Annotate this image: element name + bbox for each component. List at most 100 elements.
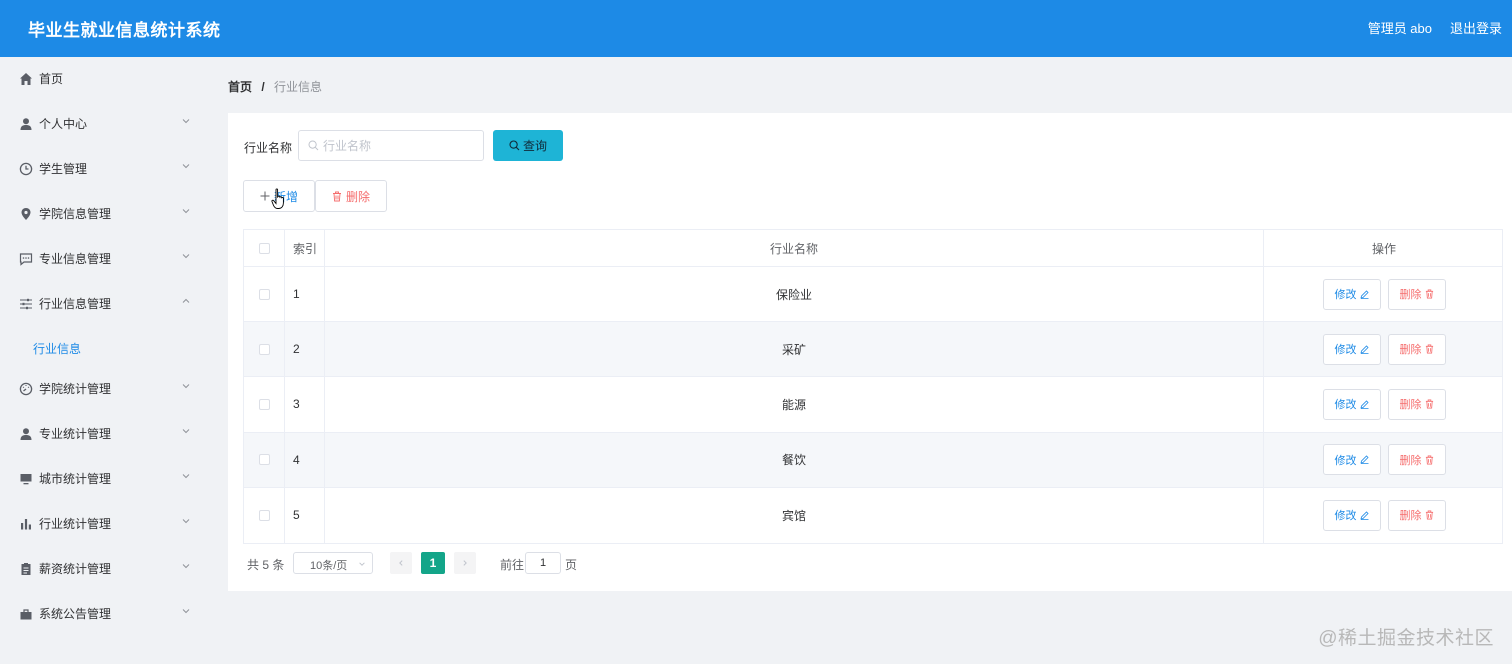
next-page-button[interactable]: [454, 552, 476, 574]
chevron-down-icon: [182, 474, 190, 479]
sidebar-item-label: 专业统计管理: [39, 427, 112, 441]
sidebar: 首页 个人中心 学生管理 学院信息管理 专业信息管理 行业信息管理 行业信息 学…: [0, 57, 210, 664]
submenu-item-industry-info[interactable]: 行业信息: [0, 327, 210, 367]
sidebar-item-college-stats[interactable]: 学院统计管理: [0, 367, 210, 412]
row-checkbox[interactable]: [258, 454, 270, 466]
delete-button[interactable]: 删除: [1387, 333, 1446, 365]
chevron-down-icon: [182, 564, 190, 569]
edit-button[interactable]: 修改: [1322, 388, 1381, 420]
batch-delete-button[interactable]: 删除: [315, 180, 387, 212]
sidebar-item-announcement[interactable]: 系统公告管理: [0, 592, 210, 637]
row-industry-name: 保险业: [325, 267, 1264, 322]
search-field[interactable]: [298, 130, 484, 161]
column-header-actions: 操作: [1371, 241, 1396, 256]
sidebar-item-major-stats[interactable]: 专业统计管理: [0, 412, 210, 457]
delete-button-label: 删除: [1399, 399, 1422, 412]
row-index: 3: [285, 377, 325, 432]
row-checkbox[interactable]: [258, 288, 270, 300]
plus-icon: [260, 191, 270, 201]
chevron-down-icon: [182, 119, 190, 124]
breadcrumb-current: 行业信息: [274, 80, 323, 94]
chat-icon: [19, 253, 33, 266]
add-button[interactable]: 新增: [243, 180, 315, 212]
chevron-down-icon: [182, 429, 190, 434]
page-size-value: 10条/页: [310, 560, 348, 572]
sidebar-item-student-mgmt[interactable]: 学生管理: [0, 147, 210, 192]
sidebar-item-college-info[interactable]: 学院信息管理: [0, 192, 210, 237]
chevron-left-icon: [399, 560, 403, 566]
trash-icon: [1425, 400, 1433, 409]
prev-page-button[interactable]: [390, 552, 412, 574]
sidebar-item-label: 学院信息管理: [39, 207, 112, 221]
search-icon: [509, 140, 520, 151]
sidebar-item-personal-center[interactable]: 个人中心: [0, 102, 210, 147]
edit-button[interactable]: 修改: [1322, 499, 1381, 531]
sidebar-item-label: 系统公告管理: [39, 607, 112, 621]
gauge-icon: [19, 382, 33, 396]
sidebar-item-industry-info[interactable]: 行业信息管理: [0, 282, 210, 327]
clipboard-icon: [21, 563, 31, 575]
delete-button[interactable]: 删除: [1387, 444, 1446, 476]
sidebar-item-label: 薪资统计管理: [39, 562, 112, 576]
breadcrumb-home[interactable]: 首页: [228, 80, 252, 94]
edit-icon: [1359, 455, 1369, 465]
edit-button[interactable]: 修改: [1322, 278, 1381, 310]
column-header-index: 索引: [285, 230, 325, 266]
trash-icon: [1425, 455, 1433, 465]
delete-button[interactable]: 删除: [1387, 388, 1446, 420]
chevron-down-icon: [182, 164, 190, 169]
pagination: 共 5 条 10条/页 1 前往 页: [247, 552, 647, 574]
edit-button[interactable]: 修改: [1322, 444, 1381, 476]
sidebar-item-salary-stats[interactable]: 薪资统计管理: [0, 547, 210, 592]
location-icon: [21, 208, 31, 220]
chevron-down-icon: [359, 562, 365, 566]
chevron-down-icon: [182, 209, 190, 214]
row-index: 5: [285, 487, 325, 543]
row-checkbox[interactable]: [258, 509, 270, 521]
row-checkbox[interactable]: [258, 398, 270, 410]
row-checkbox[interactable]: [258, 343, 270, 355]
edit-button-label: 修改: [1334, 510, 1357, 523]
goto-label: 前往: [500, 558, 525, 572]
sidebar-item-city-stats[interactable]: 城市统计管理: [0, 457, 210, 502]
edit-button[interactable]: 修改: [1322, 333, 1381, 365]
industry-table: 索引 行业名称 操作 1 保险业 修改 删除 2 采矿 修改 删除 3 能源 修…: [243, 229, 1503, 544]
sidebar-item-label: 学院统计管理: [39, 382, 112, 396]
sidebar-item-industry-stats[interactable]: 行业统计管理: [0, 502, 210, 547]
search-button[interactable]: 查询: [493, 130, 563, 161]
row-industry-name: 采矿: [325, 322, 1264, 377]
trash-icon: [1425, 344, 1433, 354]
sidebar-item-home[interactable]: 首页: [0, 57, 210, 102]
top-header: 毕业生就业信息统计系统 管理员 abo 退出登录: [0, 0, 1512, 57]
search-input[interactable]: [323, 137, 473, 155]
edit-button-label: 修改: [1334, 289, 1357, 302]
sidebar-item-major-info[interactable]: 专业信息管理: [0, 237, 210, 282]
select-all-checkbox[interactable]: [258, 242, 270, 254]
page-number[interactable]: 1: [421, 552, 445, 574]
page-size-select[interactable]: 10条/页: [293, 552, 373, 574]
goto-page-input[interactable]: [525, 552, 561, 574]
sidebar-item-label: 专业信息管理: [39, 252, 112, 266]
trash-icon: [1425, 510, 1433, 520]
sidebar-item-label: 学生管理: [39, 162, 88, 176]
edit-icon: [1359, 511, 1369, 520]
row-index: 1: [285, 267, 325, 322]
goto-suffix: 页: [565, 558, 578, 572]
delete-button[interactable]: 删除: [1387, 278, 1446, 310]
monitor-icon: [20, 474, 32, 485]
chevron-down-icon: [182, 609, 190, 614]
logout-link[interactable]: 退出登录: [1450, 18, 1502, 37]
row-industry-name: 餐饮: [325, 432, 1264, 487]
edit-icon: [1359, 290, 1369, 299]
sidebar-item-label: 行业信息管理: [39, 297, 112, 311]
trash-icon: [1425, 289, 1433, 299]
delete-button-label: 删除: [1399, 454, 1422, 467]
chevron-down-icon: [182, 384, 190, 389]
sidebar-item-label: 首页: [39, 72, 64, 86]
delete-button-label: 删除: [1399, 344, 1422, 357]
delete-button[interactable]: 删除: [1387, 499, 1446, 531]
batch-delete-button-label: 删除: [345, 189, 370, 204]
sidebar-item-label: 个人中心: [39, 117, 88, 131]
home-icon: [20, 73, 32, 85]
watermark: @稀土掘金技术社区: [1318, 628, 1494, 649]
